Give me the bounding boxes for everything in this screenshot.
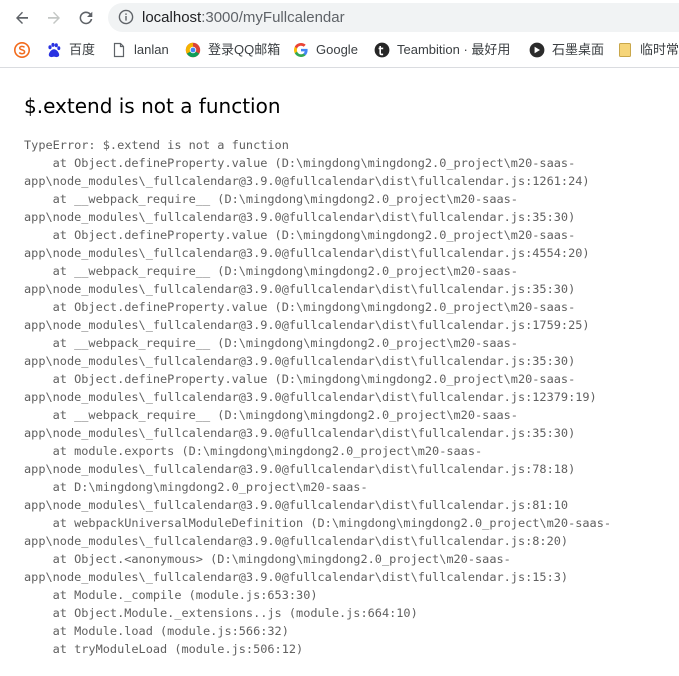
stack-trace-line: app\node_modules\_fullcalendar@3.9.0@ful… <box>24 534 569 548</box>
stack-trace-line: at Module._compile (module.js:653:30) <box>24 588 318 602</box>
bookmark-teambition[interactable]: Teambition · 最好用 <box>374 41 510 59</box>
bookmark-s-logo[interactable] <box>14 41 37 59</box>
stack-trace-line: at tryModuleLoad (module.js:506:12) <box>24 642 304 656</box>
stack-trace-line: app\node_modules\_fullcalendar@3.9.0@ful… <box>24 282 576 296</box>
address-bar[interactable]: localhost:3000/myFullcalendar <box>108 3 679 32</box>
stack-trace-line: app\node_modules\_fullcalendar@3.9.0@ful… <box>24 246 590 260</box>
stack-trace-line: app\node_modules\_fullcalendar@3.9.0@ful… <box>24 426 576 440</box>
baidu-paw-icon <box>46 42 62 58</box>
info-icon[interactable] <box>118 9 134 25</box>
stack-trace-line: at Object.<anonymous> (D:\mingdong\mingd… <box>24 552 511 566</box>
folder-icon <box>617 42 633 58</box>
bookmark-baidu[interactable]: 百度 <box>46 41 95 59</box>
stack-trace-line: at Object.Module._extensions..js (module… <box>24 606 418 620</box>
url-path: :3000/myFullcalendar <box>201 9 345 26</box>
arrow-left-icon <box>16 11 28 24</box>
stack-trace-line: app\node_modules\_fullcalendar@3.9.0@ful… <box>24 174 590 188</box>
bookmark-lanlan[interactable]: lanlan <box>111 41 169 59</box>
stack-trace-line: at Object.defineProperty.value (D:\mingd… <box>24 372 576 386</box>
shimo-icon <box>529 42 545 58</box>
bookmarks-bar: 百度 lanlan 登录QQ邮箱 Google Teambition · 最好用 <box>0 38 679 62</box>
reload-button[interactable] <box>74 6 98 30</box>
stack-trace-line: at webpackUniversalModuleDefinition (D:\… <box>24 516 612 530</box>
stack-trace-line: at __webpack_require__ (D:\mingdong\ming… <box>24 192 518 206</box>
error-page: $.extend is not a function TypeError: $.… <box>0 68 679 676</box>
stack-trace-line: at __webpack_require__ (D:\mingdong\ming… <box>24 264 518 278</box>
reload-icon <box>79 11 93 25</box>
bookmark-label: 百度 <box>69 42 96 57</box>
teambition-icon <box>374 42 390 58</box>
page-icon <box>111 42 127 58</box>
stack-trace-line: TypeError: $.extend is not a function <box>24 138 289 152</box>
bookmark-label: Teambition · 最好用 <box>397 42 511 57</box>
stack-trace-line: app\node_modules\_fullcalendar@3.9.0@ful… <box>24 498 569 512</box>
error-message-heading: $.extend is not a function <box>24 94 281 118</box>
bookmark-label: Google <box>316 42 358 57</box>
bookmark-label: 石墨桌面 <box>552 42 605 57</box>
url-text[interactable]: localhost:3000/myFullcalendar <box>142 9 345 26</box>
bookmark-folder[interactable]: 临时常 <box>617 41 679 59</box>
stack-trace-line: at D:\mingdong\mingdong2.0_project\m20-s… <box>24 480 368 494</box>
browser-chrome: localhost:3000/myFullcalendar 百度 lanlan … <box>0 0 679 68</box>
stack-trace-line: at Object.defineProperty.value (D:\mingd… <box>24 156 576 170</box>
bookmark-label: 登录QQ邮箱 <box>208 42 281 57</box>
arrow-right-icon <box>48 11 60 24</box>
stack-trace-line: app\node_modules\_fullcalendar@3.9.0@ful… <box>24 390 597 404</box>
forward-button[interactable] <box>42 6 66 30</box>
url-host: localhost <box>142 9 202 26</box>
stack-trace-line: app\node_modules\_fullcalendar@3.9.0@ful… <box>24 462 576 476</box>
google-icon <box>293 42 309 58</box>
stack-trace-line: at Object.defineProperty.value (D:\mingd… <box>24 228 576 242</box>
stack-trace: TypeError: $.extend is not a function at… <box>24 136 611 658</box>
stack-trace-line: app\node_modules\_fullcalendar@3.9.0@ful… <box>24 210 576 224</box>
back-button[interactable] <box>10 6 34 30</box>
stack-trace-line: app\node_modules\_fullcalendar@3.9.0@ful… <box>24 318 590 332</box>
bookmark-label: lanlan <box>134 42 169 57</box>
stack-trace-line: at __webpack_require__ (D:\mingdong\ming… <box>24 408 518 422</box>
chrome-icon <box>185 42 201 58</box>
stack-trace-line: at __webpack_require__ (D:\mingdong\ming… <box>24 336 518 350</box>
stack-trace-line: app\node_modules\_fullcalendar@3.9.0@ful… <box>24 570 569 584</box>
stack-trace-line: at Object.defineProperty.value (D:\mingd… <box>24 300 576 314</box>
bookmark-google[interactable]: Google <box>293 41 358 59</box>
browser-toolbar: localhost:3000/myFullcalendar <box>0 0 679 36</box>
stack-trace-line: at module.exports (D:\mingdong\mingdong2… <box>24 444 483 458</box>
stack-trace-line: app\node_modules\_fullcalendar@3.9.0@ful… <box>24 354 576 368</box>
s-logo-icon <box>14 42 30 58</box>
bookmark-label: 临时常 <box>640 42 679 57</box>
bookmark-shimo[interactable]: 石墨桌面 <box>529 41 604 59</box>
stack-trace-line: at Module.load (module.js:566:32) <box>24 624 289 638</box>
bookmark-qq-mail[interactable]: 登录QQ邮箱 <box>185 41 280 59</box>
